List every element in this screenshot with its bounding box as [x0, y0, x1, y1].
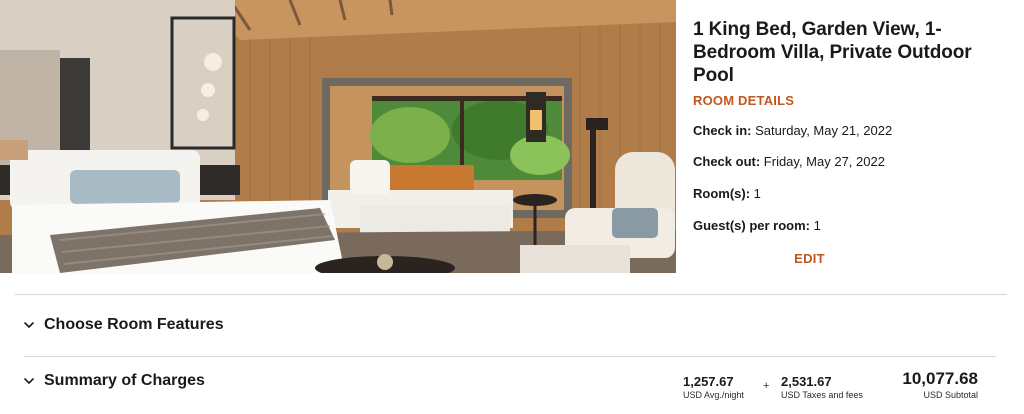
room-photo — [0, 0, 676, 273]
guests-value: 1 — [813, 218, 821, 233]
rooms-label: Room(s): — [693, 186, 751, 201]
avg-night-value: 1,257.67 — [683, 374, 734, 389]
summary-of-charges-toggle[interactable]: Summary of Charges — [22, 369, 642, 393]
plus-sign: + — [763, 380, 770, 392]
rooms-value: 1 — [753, 186, 761, 201]
choose-room-features-toggle[interactable]: Choose Room Features — [22, 313, 996, 337]
guests-line: Guest(s) per room: 1 — [693, 218, 821, 234]
avg-night-charge: 1,257.67 USD Avg./night — [683, 374, 744, 408]
taxes-fees-charge: 2,531.67 USD Taxes and fees — [781, 374, 863, 408]
checkout-line: Check out: Friday, May 27, 2022 — [693, 154, 885, 170]
room-details-link[interactable]: ROOM DETAILS — [693, 93, 794, 108]
subtotal-value: 10,077.68 — [902, 369, 978, 388]
checkout-label: Check out: — [693, 154, 761, 169]
subtotal-label: USD Subtotal — [923, 390, 978, 400]
section-title-charges: Summary of Charges — [44, 372, 205, 389]
edit-link[interactable]: EDIT — [794, 251, 825, 266]
checkin-label: Check in: — [693, 123, 752, 138]
section-divider — [15, 294, 1007, 295]
room-details-panel: 1 King Bed, Garden View, 1-Bedroom Villa… — [693, 18, 1013, 266]
checkout-value: Friday, May 27, 2022 — [763, 154, 885, 169]
chevron-down-icon — [24, 322, 34, 328]
taxes-fees-value: 2,531.67 — [781, 374, 832, 389]
checkin-line: Check in: Saturday, May 21, 2022 — [693, 123, 892, 139]
taxes-fees-label: USD Taxes and fees — [781, 390, 863, 400]
guests-label: Guest(s) per room: — [693, 218, 811, 233]
section-title-features: Choose Room Features — [44, 316, 224, 333]
section-divider — [24, 356, 996, 357]
rooms-line: Room(s): 1 — [693, 186, 761, 202]
chevron-down-icon — [24, 378, 34, 384]
avg-night-label: USD Avg./night — [683, 390, 744, 400]
subtotal-charge: 10,077.68 USD Subtotal — [892, 369, 978, 403]
room-title: 1 King Bed, Garden View, 1-Bedroom Villa… — [693, 19, 972, 86]
checkin-value: Saturday, May 21, 2022 — [755, 123, 893, 138]
